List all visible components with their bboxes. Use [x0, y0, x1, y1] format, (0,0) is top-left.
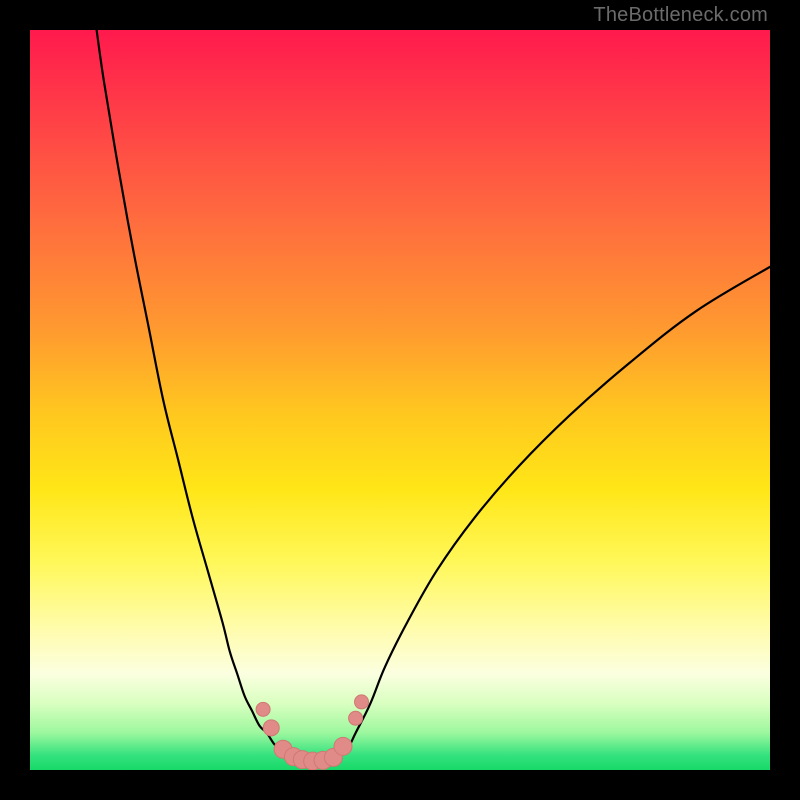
curve-left-branch [97, 30, 289, 755]
marker-dot [334, 737, 352, 755]
curve-segment [97, 30, 289, 755]
chart-frame: TheBottleneck.com [0, 0, 800, 800]
marker-dot [256, 702, 270, 716]
marker-dot [349, 711, 363, 725]
curve-svg [30, 30, 770, 770]
curve-right-branch [341, 267, 770, 755]
curve-segment [341, 267, 770, 755]
marker-blob [256, 695, 368, 770]
watermark-text: TheBottleneck.com [593, 4, 768, 27]
marker-dot [263, 720, 279, 736]
plot-area [30, 30, 770, 770]
marker-dot [355, 695, 369, 709]
